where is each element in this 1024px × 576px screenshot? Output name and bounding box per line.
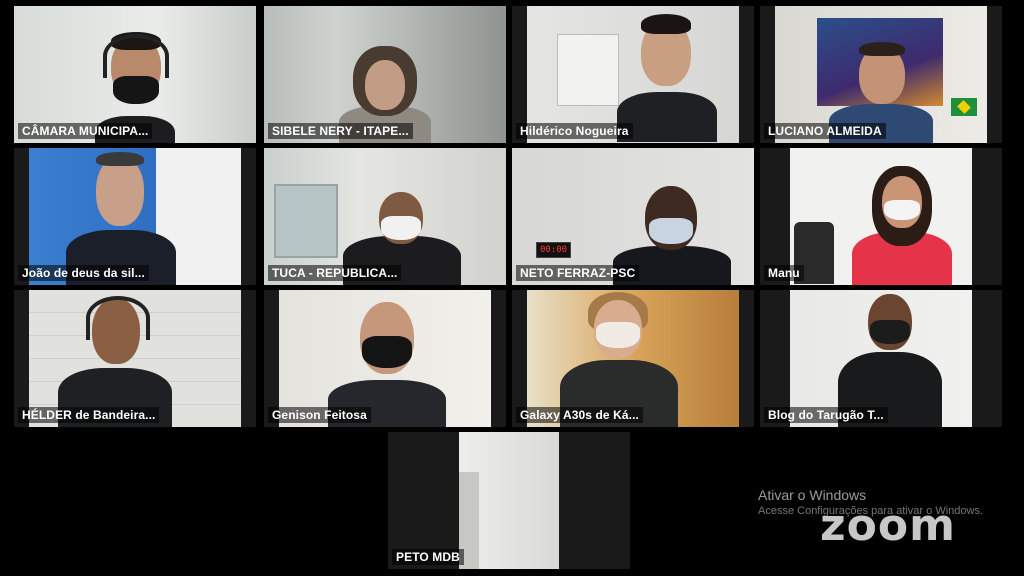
participant-name-label: TUCA - REPUBLICA... bbox=[268, 265, 402, 281]
participant-name-label: Hildérico Nogueira bbox=[516, 123, 633, 139]
video-tile[interactable]: Blog do Tarugão T... bbox=[760, 290, 1002, 427]
video-tile[interactable]: PETO MDB bbox=[388, 432, 630, 569]
participant-name-label: Manu bbox=[764, 265, 804, 281]
participant-name-label: HÉLDER de Bandeira... bbox=[18, 407, 160, 423]
zoom-logo: zoom bbox=[820, 500, 956, 551]
video-tile[interactable]: LUCIANO ALMEIDA bbox=[760, 6, 1002, 143]
participant-name-label: João de deus da sil... bbox=[18, 265, 149, 281]
participant-name-label: Blog do Tarugão T... bbox=[764, 407, 888, 423]
video-tile[interactable]: João de deus da sil... bbox=[14, 148, 256, 285]
video-tile[interactable]: HÉLDER de Bandeira... bbox=[14, 290, 256, 427]
video-feed bbox=[459, 432, 559, 569]
wall-clock-display: 00:00 bbox=[536, 242, 572, 258]
video-tile-active-speaker[interactable]: CÂMARA MUNICIPA... bbox=[14, 6, 256, 143]
participant-name-label: SIBELE NERY - ITAPE... bbox=[268, 123, 413, 139]
participant-name-label: CÂMARA MUNICIPA... bbox=[18, 123, 153, 139]
participant-name-label: Galaxy A30s de Ká... bbox=[516, 407, 643, 423]
video-tile[interactable]: TUCA - REPUBLICA... bbox=[264, 148, 506, 285]
video-tile[interactable]: Hildérico Nogueira bbox=[512, 6, 754, 143]
video-tile[interactable]: Galaxy A30s de Ká... bbox=[512, 290, 754, 427]
participant-name-label: Genison Feitosa bbox=[268, 407, 371, 423]
participant-name-label: NETO FERRAZ-PSC bbox=[516, 265, 640, 281]
video-feed bbox=[790, 148, 972, 285]
participant-name-label: PETO MDB bbox=[392, 549, 464, 565]
video-tile[interactable]: Genison Feitosa bbox=[264, 290, 506, 427]
participant-name-label: LUCIANO ALMEIDA bbox=[764, 123, 886, 139]
video-tile[interactable]: 00:00 NETO FERRAZ-PSC bbox=[512, 148, 754, 285]
video-tile[interactable]: Manu bbox=[760, 148, 1002, 285]
video-tile[interactable]: SIBELE NERY - ITAPE... bbox=[264, 6, 506, 143]
